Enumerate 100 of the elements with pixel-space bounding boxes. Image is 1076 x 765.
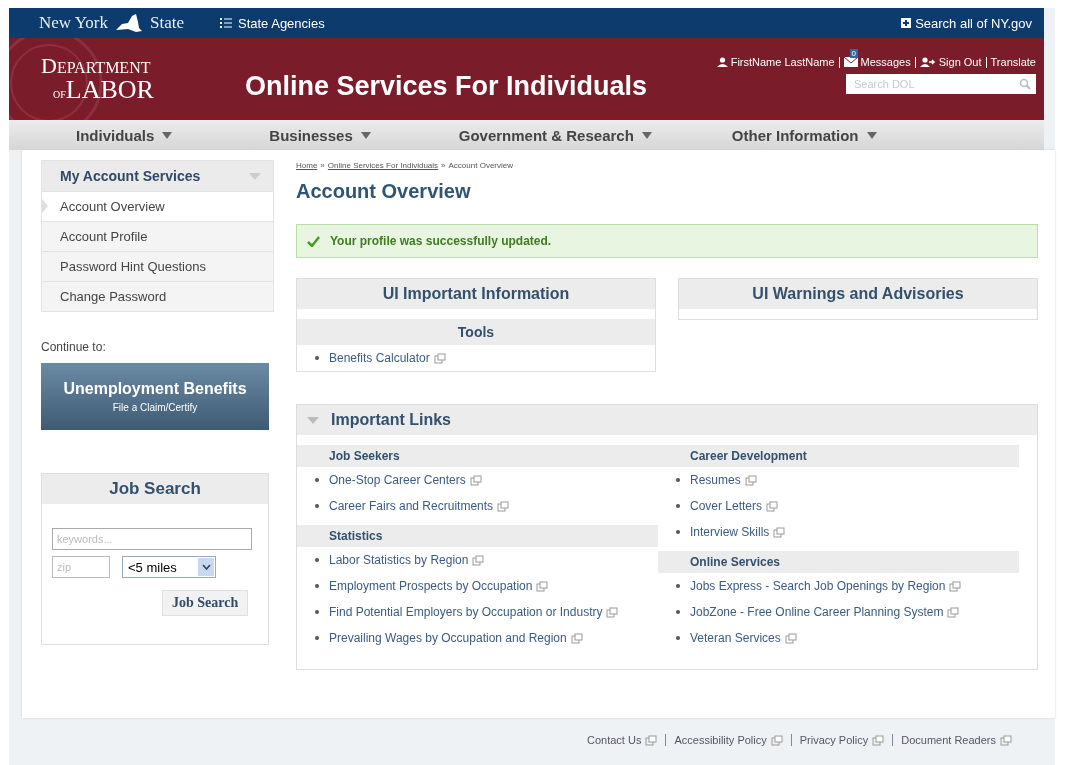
caret-icon: [249, 172, 261, 180]
page-heading: Account Overview: [296, 180, 472, 203]
external-link-icon: [770, 734, 783, 746]
menu-item[interactable]: Account Overview: [42, 191, 273, 221]
external-link-icon: [469, 474, 482, 486]
link[interactable]: Career Fairs and Recruitments: [329, 499, 494, 513]
caret-icon: [360, 131, 371, 139]
link[interactable]: Veteran Services: [690, 631, 781, 645]
link[interactable]: JobZone - Free Online Career Planning System: [690, 605, 944, 619]
link[interactable]: One-Stop Career Centers: [329, 473, 466, 487]
bullet-icon: [315, 558, 319, 562]
bullet-icon: [315, 504, 319, 508]
bullet-icon: [315, 610, 319, 614]
logo-text: OF: [53, 89, 66, 100]
link[interactable]: Cover Letters: [690, 499, 763, 513]
link[interactable]: Prevailing Wages by Occupation and Region: [329, 631, 567, 645]
link[interactable]: Benefits Calculator: [329, 351, 430, 365]
caret-icon: [866, 131, 877, 139]
section-title: Career Development: [658, 445, 1019, 467]
caret-icon: [162, 131, 173, 139]
nav-menu[interactable]: Businesses: [269, 126, 371, 144]
external-link-icon: [744, 474, 757, 486]
bullet-icon: [315, 636, 319, 640]
link[interactable]: Find Potential Employers by Occupation or Industry: [329, 605, 603, 619]
caret-icon: [641, 131, 652, 139]
link[interactable]: Interview Skills: [690, 525, 770, 539]
panel-title: Important Links: [331, 411, 451, 429]
external-link-icon: [766, 500, 779, 512]
footer-link[interactable]: Document Readers: [901, 734, 996, 746]
checkmark-icon: [307, 235, 320, 247]
job-search-button[interactable]: Job Search: [162, 590, 249, 616]
panel-title: UI Warnings and Advisories: [679, 279, 1037, 309]
sign-out-link[interactable]: Sign Out: [915, 56, 987, 68]
section-title: Statistics: [297, 525, 658, 547]
search-icon: [1019, 77, 1031, 90]
link[interactable]: Labor Statistics by Region: [329, 553, 469, 567]
link[interactable]: Employment Prospects by Occupation: [329, 579, 533, 593]
section-title: Tools: [297, 319, 655, 345]
breadcrumb-current: Account Overview: [448, 161, 513, 170]
footer-link[interactable]: Contact Us: [587, 734, 642, 746]
collapse-caret-icon: [307, 416, 319, 424]
logo-text: LABOR: [65, 75, 154, 104]
count-badge: 0: [849, 48, 859, 58]
footer-link[interactable]: Accessibility Policy: [674, 734, 767, 746]
external-link-icon: [949, 580, 962, 592]
zip-field[interactable]: zip: [52, 556, 110, 578]
external-link-icon: [872, 734, 885, 746]
keywords-field[interactable]: keywords...: [52, 528, 252, 550]
menu-title: My Account Services: [60, 168, 201, 184]
plus-icon: [901, 18, 912, 28]
distance-dropdown[interactable]: <5 miles: [122, 556, 216, 578]
external-link-icon: [947, 606, 960, 618]
panel-title: UI Important Information: [297, 279, 655, 309]
panel-title: Job Search: [42, 474, 268, 504]
person-arrow-icon: [919, 57, 936, 67]
chevron-down-icon: [201, 564, 211, 570]
breadcrumb-separator: »: [320, 161, 325, 170]
list-icon: [219, 18, 232, 28]
nav-menu[interactable]: Individuals: [76, 126, 173, 144]
section-title: Job Seekers: [297, 445, 658, 467]
bullet-icon: [676, 504, 680, 508]
footer-link[interactable]: Privacy Policy: [799, 734, 869, 746]
bullet-icon: [676, 530, 680, 534]
bullet-icon: [676, 584, 680, 588]
external-link-icon: [497, 500, 510, 512]
bullet-icon: [315, 478, 319, 482]
page-title: Online Services For Individuals: [245, 70, 648, 102]
bullet-icon: [315, 356, 319, 360]
search-all-link[interactable]: Search all of NY.gov: [901, 15, 1032, 31]
external-link-icon: [645, 734, 658, 746]
external-link-icon: [784, 632, 797, 644]
breadcrumb-link[interactable]: Online Services For Individuals: [327, 161, 439, 170]
brand-text: New York: [39, 13, 108, 33]
external-link-icon: [1000, 734, 1012, 746]
external-link-icon: [433, 352, 446, 364]
bullet-icon: [676, 610, 680, 614]
message-text: Your profile was successfully updated.: [330, 234, 552, 248]
link[interactable]: Jobs Express - Search Job Openings by Region: [690, 579, 946, 593]
bullet-icon: [315, 584, 319, 588]
link[interactable]: Resumes: [690, 473, 741, 487]
nav-menu[interactable]: Government & Research: [458, 126, 652, 144]
nav-menu[interactable]: Other Information: [731, 126, 877, 144]
person-icon: [716, 57, 728, 67]
breadcrumb-separator: »: [441, 161, 446, 170]
external-link-icon: [472, 554, 485, 566]
brand-text: State: [149, 13, 184, 33]
external-link-icon: [773, 526, 786, 538]
breadcrumb-link[interactable]: Home: [296, 161, 318, 170]
external-link-icon: [570, 632, 583, 644]
agencies-link[interactable]: State Agencies: [219, 15, 325, 31]
benefits-button[interactable]: Unemployment Benefits File a Claim/Certify: [41, 363, 269, 430]
external-link-icon: [606, 606, 619, 618]
logo-text: DEPARTMENT: [41, 55, 152, 77]
section-title: Online Services: [658, 551, 1019, 573]
continue-label: Continue to:: [41, 340, 107, 354]
translate-link[interactable]: Translate: [986, 56, 1036, 68]
user-link[interactable]: FirstName LastName: [712, 56, 840, 68]
bullet-icon: [676, 478, 680, 482]
bullet-icon: [676, 636, 680, 640]
external-link-icon: [536, 580, 549, 592]
